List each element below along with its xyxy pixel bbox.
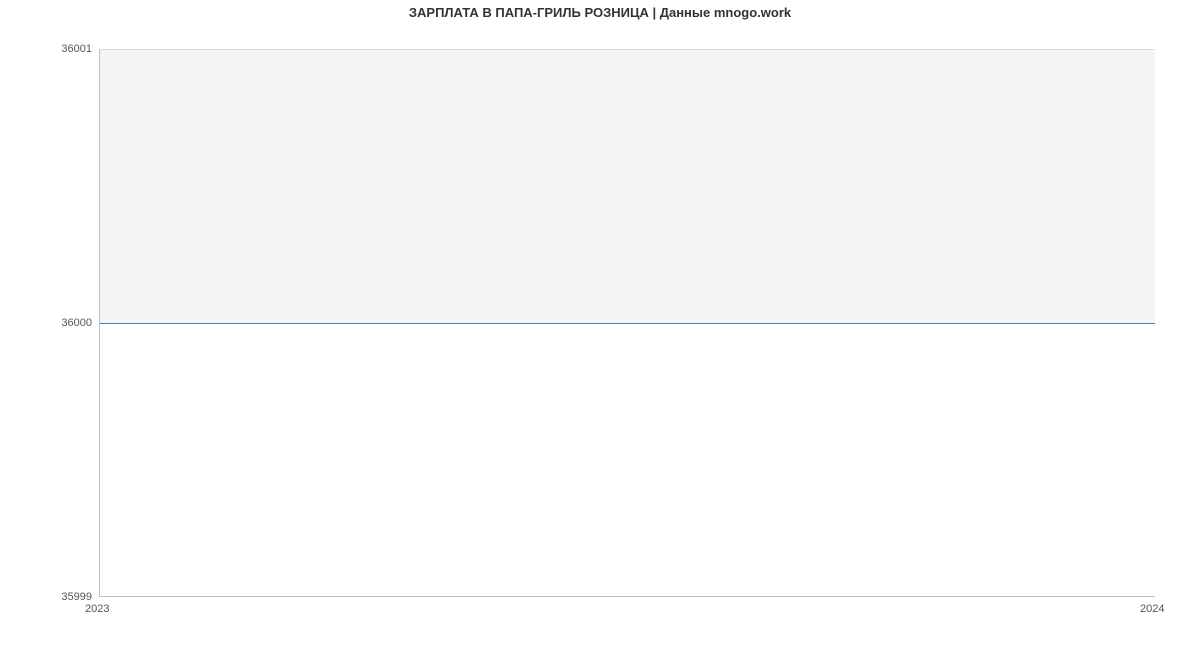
plot-area	[99, 49, 1155, 597]
y-tick-bot: 35999	[0, 591, 92, 603]
alt-band	[100, 49, 1155, 323]
salary-chart: ЗАРПЛАТА В ПАПА-ГРИЛЬ РОЗНИЦА | Данные m…	[0, 0, 1200, 650]
x-tick-right: 2024	[1140, 603, 1164, 615]
y-tick-top: 36001	[0, 43, 92, 55]
y-tick-mid: 36000	[0, 317, 92, 329]
series-line	[100, 323, 1155, 324]
chart-title: ЗАРПЛАТА В ПАПА-ГРИЛЬ РОЗНИЦА | Данные m…	[0, 5, 1200, 20]
gridline	[100, 49, 1155, 50]
x-tick-left: 2023	[85, 603, 109, 615]
